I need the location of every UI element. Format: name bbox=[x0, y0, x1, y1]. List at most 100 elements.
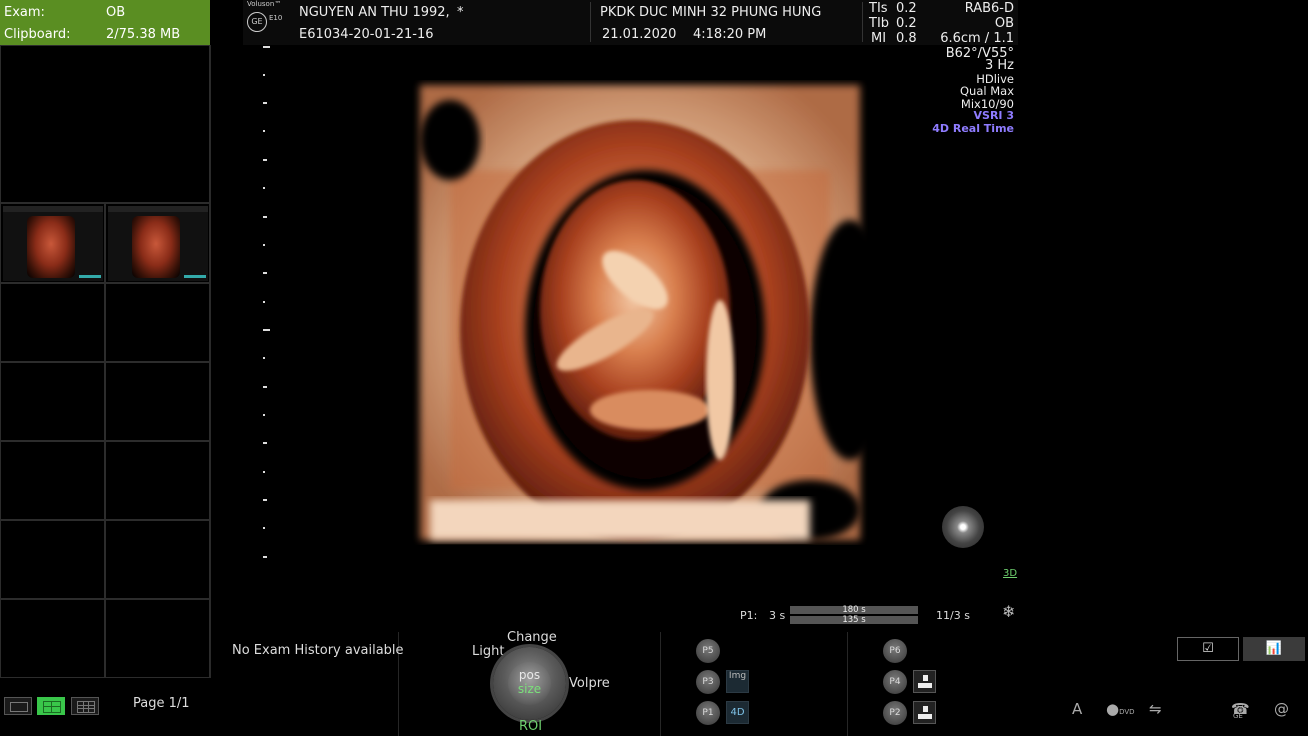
preset-p1-button[interactable]: P1 bbox=[696, 701, 720, 725]
mi-label: MI bbox=[871, 31, 887, 46]
depth-tick bbox=[263, 527, 265, 529]
vsri-value: VSRI 3 bbox=[973, 109, 1014, 122]
depth-tick bbox=[263, 74, 265, 76]
dvd-icon[interactable]: ●DVD bbox=[1106, 700, 1135, 718]
trackball-size-label: size bbox=[517, 682, 542, 696]
clinic-name: PKDK DUC MINH 32 PHUNG HUNG bbox=[600, 5, 822, 20]
layout-single-icon bbox=[10, 702, 28, 712]
exam-date: 21.01.2020 bbox=[602, 27, 677, 42]
mode-4d-real-time: 4D Real Time bbox=[932, 122, 1014, 135]
panel-divider bbox=[660, 632, 661, 736]
exam-time: 4:18:20 PM bbox=[693, 27, 767, 42]
preset-p5-button[interactable]: P5 bbox=[696, 639, 720, 663]
dvd-label: DVD bbox=[1119, 708, 1135, 716]
phone-icon[interactable]: ☎ GE bbox=[1231, 700, 1250, 720]
tis-label: TIs bbox=[869, 1, 888, 16]
cine-frames: 11/3 s bbox=[936, 609, 970, 622]
preset-p2-button[interactable]: P2 bbox=[883, 701, 907, 725]
clipboard-thumbnail-2[interactable] bbox=[108, 206, 208, 281]
clipboard-cell[interactable] bbox=[0, 599, 105, 678]
frame-rate: 3 Hz bbox=[984, 58, 1014, 73]
thumbnail-header bbox=[108, 206, 208, 212]
model-label: E10 bbox=[269, 14, 283, 22]
preset-p4-button[interactable]: P4 bbox=[883, 670, 907, 694]
network-icon[interactable]: ⇋ bbox=[1149, 700, 1162, 718]
clipboard-cell[interactable] bbox=[0, 520, 105, 599]
depth-tick bbox=[263, 414, 265, 416]
depth-tick bbox=[263, 357, 265, 359]
depth-tick bbox=[263, 216, 267, 218]
voluson-logo-text: Voluson™ bbox=[247, 0, 282, 8]
cine-duration: 3 s bbox=[769, 609, 786, 622]
trackball-volpre-label[interactable]: Volpre bbox=[569, 676, 610, 691]
depth-tick bbox=[263, 442, 267, 444]
clipboard-cell[interactable] bbox=[0, 441, 105, 520]
layout-single-button[interactable] bbox=[4, 697, 32, 715]
trackball-change-label[interactable]: Change bbox=[507, 630, 557, 645]
header-divider bbox=[590, 2, 591, 42]
freeze-snowflake-icon[interactable]: ❄ bbox=[1002, 602, 1015, 621]
clipboard-thumbnail-grid bbox=[0, 45, 211, 678]
img-button[interactable]: Img bbox=[726, 670, 749, 693]
4d-button[interactable]: 4D bbox=[726, 701, 749, 724]
trackball-roi-label[interactable]: ROI bbox=[519, 719, 542, 734]
cine-bar-text: 180 s bbox=[842, 605, 866, 615]
ge-service-label: GE bbox=[1233, 712, 1243, 720]
email-at-icon[interactable]: @ bbox=[1274, 700, 1289, 718]
clipboard-cell[interactable] bbox=[0, 283, 105, 362]
layout-9grid-button[interactable] bbox=[71, 697, 99, 715]
img-label: Img bbox=[728, 671, 747, 681]
exam-value: OB bbox=[106, 5, 126, 20]
depth-tick bbox=[263, 556, 267, 558]
layout-4grid-icon bbox=[43, 701, 61, 713]
fetal-3d-rendering[interactable] bbox=[410, 80, 870, 545]
depth-value: 6.6cm / 1.1 bbox=[940, 31, 1014, 46]
layout-4grid-button[interactable] bbox=[37, 697, 65, 715]
preset-p3-button[interactable]: P3 bbox=[696, 670, 720, 694]
trackball-light-label[interactable]: Light bbox=[472, 644, 504, 659]
check-button[interactable]: ☑ bbox=[1177, 637, 1239, 661]
clipboard-cell[interactable] bbox=[0, 203, 105, 283]
depth-tick bbox=[263, 46, 270, 48]
clipboard-cell[interactable] bbox=[105, 203, 210, 283]
cine-progress-bar[interactable]: 135 s bbox=[790, 615, 918, 625]
depth-tick bbox=[263, 102, 267, 104]
probe-name: RAB6-D bbox=[964, 1, 1014, 16]
clipboard-thumbnail-1[interactable] bbox=[3, 206, 103, 281]
chart-button[interactable]: 📊 bbox=[1243, 637, 1305, 661]
depth-tick bbox=[263, 130, 265, 132]
cine-progress-bar[interactable]: 180 s bbox=[790, 605, 918, 615]
depth-tick bbox=[263, 244, 265, 246]
dvd-disc-icon: ● bbox=[1106, 700, 1120, 718]
depth-tick bbox=[263, 386, 267, 388]
cine-bar-text: 135 s bbox=[842, 615, 866, 625]
patient-name: NGUYEN AN THU 1992, bbox=[299, 5, 450, 20]
level-icon[interactable] bbox=[913, 670, 936, 693]
thumbnail-image bbox=[132, 216, 180, 278]
clipboard-cell[interactable] bbox=[105, 283, 210, 362]
preset-p6-button[interactable]: P6 bbox=[883, 639, 907, 663]
annotation-a-icon[interactable]: A bbox=[1072, 700, 1082, 718]
exam-history-status: No Exam History available bbox=[232, 643, 404, 658]
depth-tick bbox=[263, 159, 267, 161]
patient-id: E61034-20-01-21-16 bbox=[299, 27, 434, 42]
depth-tick bbox=[263, 272, 267, 274]
tis-value: 0.2 bbox=[896, 1, 917, 16]
cine-label: P1: bbox=[740, 609, 758, 622]
clipboard-cell[interactable] bbox=[0, 362, 105, 441]
page-indicator: Page 1/1 bbox=[133, 696, 190, 711]
thumbnail-bar bbox=[184, 275, 206, 278]
trackball-cursor-icon bbox=[942, 506, 984, 548]
clipboard-cell[interactable] bbox=[105, 441, 210, 520]
clipboard-value: 2/75.38 MB bbox=[106, 27, 181, 42]
thumbnail-header bbox=[3, 206, 103, 212]
depth-tick bbox=[263, 301, 265, 303]
depth-tick bbox=[263, 329, 270, 331]
level-icon[interactable] bbox=[913, 701, 936, 724]
clipboard-cell[interactable] bbox=[105, 520, 210, 599]
panel-divider bbox=[847, 632, 848, 736]
clipboard-cell[interactable] bbox=[105, 362, 210, 441]
depth-tick bbox=[263, 499, 267, 501]
clipboard-cell[interactable] bbox=[105, 599, 210, 678]
3d-indicator[interactable]: 3D bbox=[1003, 568, 1017, 579]
